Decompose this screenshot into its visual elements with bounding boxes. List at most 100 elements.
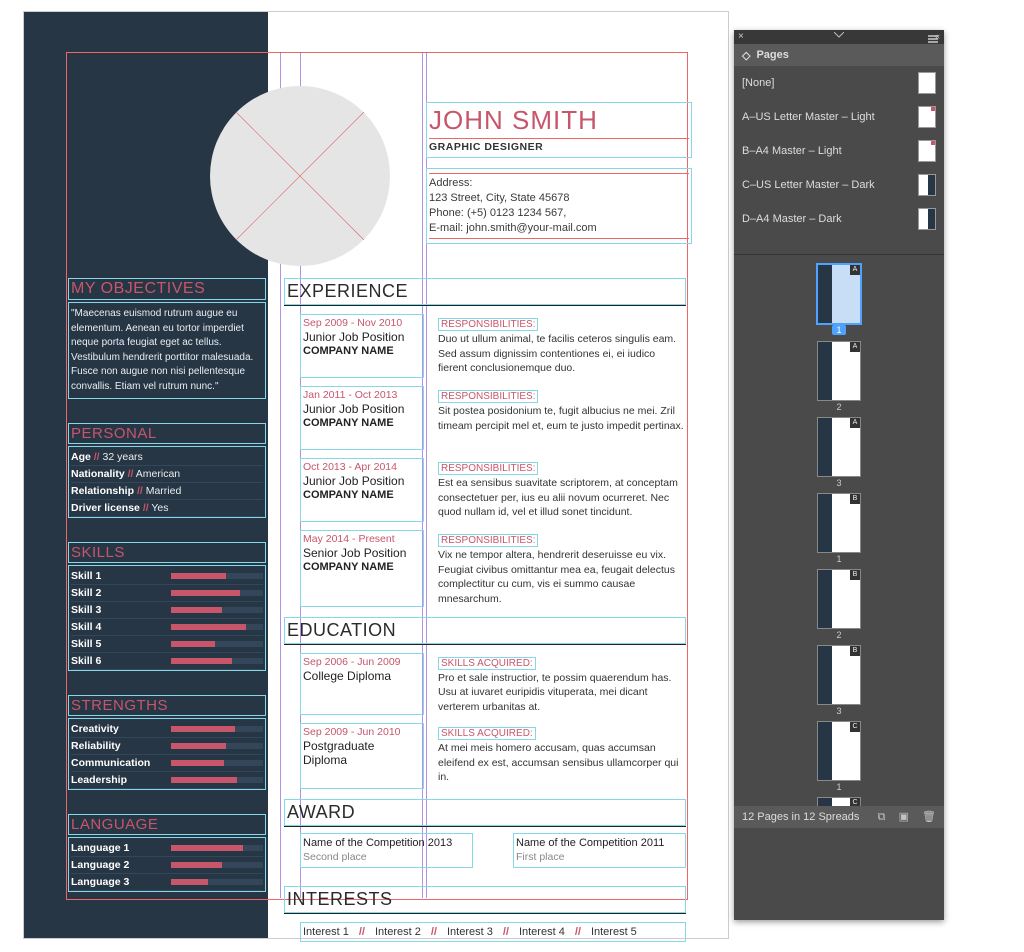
master-page-row[interactable]: C–US Letter Master – Dark (734, 168, 944, 202)
entry-resp-heading[interactable]: RESPONSIBILITIES: (438, 534, 538, 547)
strengths-heading-frame[interactable]: STRENGTHS (68, 695, 266, 716)
entry-resp-heading[interactable]: RESPONSIBILITIES: (438, 318, 538, 331)
page-thumb[interactable]: A (818, 265, 860, 323)
interests-heading: INTERESTS (287, 887, 683, 912)
entry-left-frame[interactable]: Jan 2011 - Oct 2013 Junior Job Position … (300, 386, 424, 450)
contact-frame[interactable]: Address: 123 Street, City, State 45678 P… (426, 168, 692, 244)
page-cell[interactable]: B 2 (811, 570, 868, 640)
personal-rows-frame[interactable]: Age // 32 yearsNationality // AmericanRe… (68, 446, 266, 518)
page-cell[interactable]: A 1 (811, 265, 868, 336)
interests-heading-frame[interactable]: INTERESTS (284, 886, 686, 913)
entry-row[interactable]: Sep 2009 - Nov 2010 Junior Job Position … (284, 314, 686, 378)
role-text: GRAPHIC DESIGNER (429, 141, 689, 153)
interest-item: Interest 3 (447, 926, 493, 938)
entry-row[interactable]: Jan 2011 - Oct 2013 Junior Job Position … (284, 386, 686, 450)
language-rows-frame[interactable]: Language 1 Language 2 Language 3 (68, 837, 266, 892)
page-number: 3 (811, 478, 868, 488)
skill-bar (171, 726, 263, 732)
objectives-heading: MY OBJECTIVES (71, 280, 263, 298)
award-frame[interactable]: Name of the Competition 2011 First place (513, 833, 686, 868)
master-page-row[interactable]: A–US Letter Master – Light (734, 100, 944, 134)
new-page-icon[interactable]: ▣ (899, 811, 909, 823)
language-heading: LANGUAGE (71, 816, 263, 833)
page-cell[interactable]: A 2 (811, 342, 868, 412)
page-thumb[interactable]: A (818, 418, 860, 476)
close-icon[interactable]: × (738, 31, 744, 42)
entry-row[interactable]: Sep 2006 - Jun 2009 College Diploma SKIL… (284, 653, 686, 715)
name-frame[interactable]: JOHN SMITH GRAPHIC DESIGNER (426, 102, 692, 158)
strengths-heading: STRENGTHS (71, 697, 263, 714)
experience-heading-frame[interactable]: EXPERIENCE (284, 278, 686, 305)
entry-resp-heading[interactable]: RESPONSIBILITIES: (438, 390, 538, 403)
entry-row[interactable]: Sep 2009 - Jun 2010 Postgraduate Diploma… (284, 723, 686, 789)
personal-heading: PERSONAL (71, 425, 263, 442)
panel-header[interactable]: ◇ Pages (734, 44, 944, 66)
personal-heading-frame[interactable]: PERSONAL (68, 423, 266, 444)
master-blank-row[interactable] (734, 236, 944, 254)
document-canvas[interactable]: JOHN SMITH GRAPHIC DESIGNER Address: 123… (24, 12, 728, 938)
entry-row[interactable]: May 2014 - Present Senior Job Position C… (284, 530, 686, 607)
master-thumb[interactable] (918, 174, 936, 196)
master-page-row[interactable]: [None] (734, 66, 944, 100)
entry-left-frame[interactable]: Oct 2013 - Apr 2014 Junior Job Position … (300, 458, 424, 522)
page-cell[interactable]: A 3 (811, 418, 868, 488)
trash-icon[interactable]: 🗑 (922, 811, 936, 823)
interests-frame[interactable]: Interest 1//Interest 2//Interest 3//Inte… (300, 922, 686, 942)
panel-expand-icon[interactable]: ◇ (742, 49, 750, 62)
pages-panel[interactable]: × « ◇ Pages [None] A–US Letter Master – … (734, 30, 944, 920)
page-thumb[interactable]: A (818, 342, 860, 400)
entry-desc: Duo ut ullum animal, te facilis ceteros … (438, 332, 686, 376)
skill-bar (171, 607, 263, 613)
entry-left-frame[interactable]: May 2014 - Present Senior Job Position C… (300, 530, 424, 607)
master-thumb[interactable] (918, 72, 936, 94)
entry-resp-heading[interactable]: RESPONSIBILITIES: (438, 462, 538, 475)
master-thumb[interactable] (918, 140, 936, 162)
name-text: JOHN SMITH (429, 105, 689, 136)
entry-resp-heading[interactable]: SKILLS ACQUIRED: (438, 727, 536, 740)
objectives-text-frame[interactable]: "Maecenas euismod rutrum augue eu elemen… (68, 302, 266, 399)
pages-list[interactable]: A 1 A 2 A 3 B 1 B 2 (734, 255, 944, 806)
entry-date: May 2014 - Present (303, 533, 421, 545)
page-cell[interactable]: C 1 (811, 722, 868, 792)
language-heading-frame[interactable]: LANGUAGE (68, 814, 266, 835)
skills-rows-frame[interactable]: Skill 1 Skill 2 Skill 3 Skill 4 Skill 5 … (68, 565, 266, 671)
objectives-heading-frame[interactable]: MY OBJECTIVES (68, 278, 266, 300)
entry-row[interactable]: Oct 2013 - Apr 2014 Junior Job Position … (284, 458, 686, 522)
entry-left-frame[interactable]: Sep 2009 - Nov 2010 Junior Job Position … (300, 314, 424, 378)
page-thumb[interactable]: C (818, 798, 860, 806)
bar-row: Communication (71, 755, 263, 772)
page-thumb[interactable]: B (818, 494, 860, 552)
entry-left-frame[interactable]: Sep 2006 - Jun 2009 College Diploma (300, 653, 424, 715)
entry-resp-heading[interactable]: SKILLS ACQUIRED: (438, 657, 536, 670)
skills-heading-frame[interactable]: SKILLS (68, 542, 266, 563)
page-cell[interactable]: B 3 (811, 646, 868, 716)
master-thumb[interactable] (918, 208, 936, 230)
master-page-row[interactable]: B–A4 Master – Light (734, 134, 944, 168)
strengths-rows-frame[interactable]: Creativity Reliability Communication Lea… (68, 718, 266, 790)
personal-row: Relationship // Married (71, 483, 263, 500)
master-page-row[interactable]: D–A4 Master – Dark (734, 202, 944, 236)
page-cell[interactable]: B 1 (811, 494, 868, 564)
entry-date: Sep 2009 - Nov 2010 (303, 317, 421, 329)
page-cell[interactable]: C 2 (811, 798, 868, 806)
experience-heading: EXPERIENCE (287, 279, 683, 304)
section-rule (284, 913, 686, 914)
master-thumb[interactable] (918, 106, 936, 128)
education-heading-frame[interactable]: EDUCATION (284, 617, 686, 644)
award-heading-frame[interactable]: AWARD (284, 799, 686, 826)
entry-left-frame[interactable]: Sep 2009 - Jun 2010 Postgraduate Diploma (300, 723, 424, 789)
page-thumb[interactable]: B (818, 570, 860, 628)
bar-row: Skill 3 (71, 602, 263, 619)
edit-page-size-icon[interactable]: ⧉ (878, 811, 886, 823)
award-frame[interactable]: Name of the Competition 2013 Second plac… (300, 833, 473, 868)
panel-menu-icon[interactable] (928, 35, 938, 45)
interest-item: Interest 4 (519, 926, 565, 938)
page-thumb[interactable]: C (818, 722, 860, 780)
entry-right: SKILLS ACQUIRED: Pro et sale instructior… (438, 653, 686, 715)
skill-bar (171, 845, 263, 851)
section-rule (284, 305, 686, 306)
award-name: Name of the Competition 2011 (516, 837, 683, 849)
page-thumb[interactable]: B (818, 646, 860, 704)
address-label: Address: (429, 176, 689, 191)
interest-sep: // (575, 926, 581, 938)
